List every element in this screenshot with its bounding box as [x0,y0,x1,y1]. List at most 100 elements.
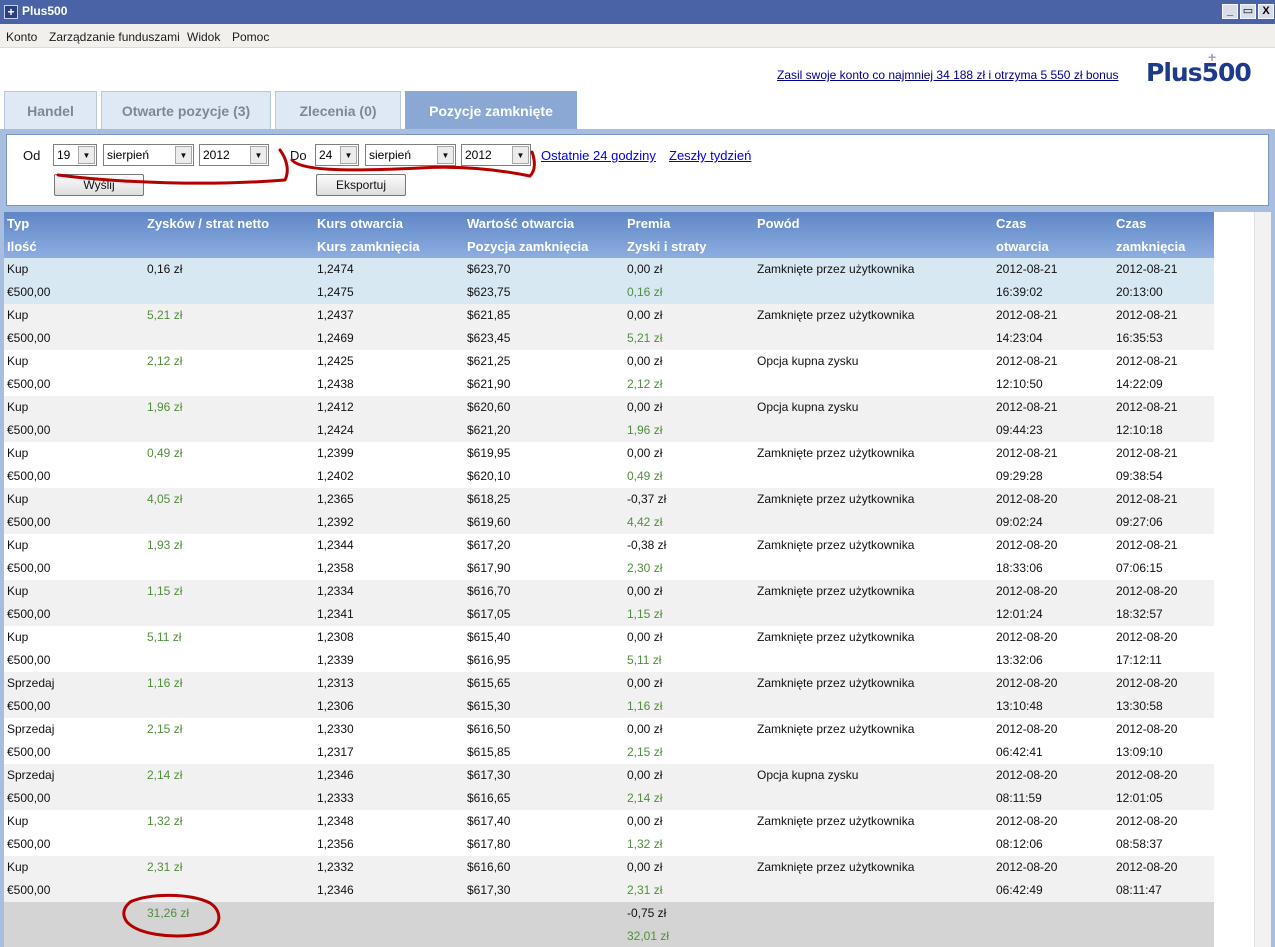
from-year-value: 2012 [203,148,230,162]
tab-zlecenia[interactable]: Zlecenia (0) [275,91,401,129]
cell-reason: Zamknięte przez użytkownika [757,860,915,874]
from-year-select[interactable]: 2012 ▼ [199,144,269,166]
table-row[interactable]: Kup €500,00 1,32 zł 1,2348 1,2356 $617,40 $617… [4,810,1214,856]
promo-link[interactable]: Zasil swoje konto co najmniej 34 188 zł … [777,68,1119,83]
cell-open-time: 13:32:06 [996,653,1043,667]
cell-quantity: €500,00 [7,883,51,897]
table-row[interactable]: Kup €500,00 1,15 zł 1,2334 1,2341 $616,70 $617… [4,580,1214,626]
export-button[interactable]: Eksportuj [316,174,406,196]
cell-close-position: $619,60 [467,515,511,529]
cell-reason: Zamknięte przez użytkownika [757,262,915,276]
cell-type: Sprzedaj [7,676,55,690]
cell-open-date: 2012-08-20 [996,676,1058,690]
table-header: Typ Ilość Zysków / strat netto Kurs otwa… [4,212,1214,258]
table-row[interactable]: Kup €500,00 0,49 zł 1,2399 1,2402 $619,95 $620… [4,442,1214,488]
tab-handel[interactable]: Handel [4,91,97,129]
header-open-time-2[interactable]: otwarcia [996,235,1049,258]
from-day-select[interactable]: 19 ▼ [53,144,97,166]
to-label: Do [290,148,307,163]
close-button[interactable]: X [1258,4,1274,19]
cell-quantity: €500,00 [7,837,51,851]
menu-konto[interactable]: Konto [6,30,37,44]
tab-pozycje-zamkniete[interactable]: Pozycje zamknięte [405,91,577,129]
from-month-select[interactable]: sierpień ▼ [103,144,194,166]
from-day-value: 19 [57,148,71,162]
cell-close-rate: 1,2392 [317,515,354,529]
cell-profit-loss: 2,31 zł [627,883,663,897]
cell-reason: Zamknięte przez użytkownika [757,630,915,644]
cell-close-rate: 1,2469 [317,331,354,345]
cell-close-time: 18:32:57 [1116,607,1163,621]
table-row[interactable]: Kup €500,00 1,96 zł 1,2412 1,2424 $620,60 $621… [4,396,1214,442]
table-row[interactable]: Sprzedaj €500,00 2,14 zł 1,2346 1,2333 $617,3… [4,764,1214,810]
cell-reason: Zamknięte przez użytkownika [757,584,915,598]
cell-profit-loss: 2,15 zł [627,745,663,759]
table-row[interactable]: Sprzedaj €500,00 1,16 zł 1,2313 1,2306 $615,6… [4,672,1214,718]
cell-net-profit: 5,21 zł [147,308,183,322]
table-row[interactable]: Kup €500,00 2,12 zł 1,2425 1,2438 $621,25 $621… [4,350,1214,396]
cell-type: Kup [7,814,29,828]
header-net-profit[interactable]: Zysków / strat netto [147,212,269,235]
cell-open-value: $617,20 [467,538,511,552]
app-icon: + [4,5,18,19]
cell-close-time: 12:10:18 [1116,423,1163,437]
header-close-time-1[interactable]: Czas [1116,212,1146,235]
header-open-value[interactable]: Wartość otwarcia [467,212,574,235]
cell-open-rate: 1,2313 [317,676,354,690]
header-reason[interactable]: Powód [757,212,800,235]
cell-quantity: €500,00 [7,377,51,391]
cell-close-date: 2012-08-21 [1116,446,1178,460]
total-net: 31,26 zł [147,906,190,920]
menu-widok[interactable]: Widok [187,30,220,44]
header-profit-loss[interactable]: Zyski i straty [627,235,707,258]
table-row[interactable]: Kup €500,00 5,21 zł 1,2437 1,2469 $621,85 $623… [4,304,1214,350]
cell-profit-loss: 1,15 zł [627,607,663,621]
table-row[interactable]: Kup €500,00 0,16 zł 1,2474 1,2475 $623,70 $623… [4,258,1214,304]
total-profit-loss: 32,01 zł [627,929,670,943]
cell-close-date: 2012-08-20 [1116,768,1178,782]
cell-close-date: 2012-08-20 [1116,676,1178,690]
logo-plus-mark: + [1208,49,1217,65]
minimize-button[interactable]: _ [1222,4,1238,19]
table-row[interactable]: Kup €500,00 1,93 zł 1,2344 1,2358 $617,20 $617… [4,534,1214,580]
cell-open-rate: 1,2437 [317,308,354,322]
header-open-time-1[interactable]: Czas [996,212,1026,235]
table-row[interactable]: Kup €500,00 4,05 zł 1,2365 1,2392 $618,25 $619… [4,488,1214,534]
header-type[interactable]: Typ [7,212,29,235]
cell-close-position: $617,05 [467,607,511,621]
cell-close-time: 07:06:15 [1116,561,1163,575]
send-button[interactable]: Wyślij [54,174,144,196]
header-close-time-2[interactable]: zamknięcia [1116,235,1185,258]
table-row[interactable]: Kup €500,00 2,31 zł 1,2332 1,2346 $616,60 $617… [4,856,1214,902]
to-year-select[interactable]: 2012 ▼ [461,144,531,166]
last-24-hours-link[interactable]: Ostatnie 24 godziny [541,148,656,163]
menu-pomoc[interactable]: Pomoc [232,30,269,44]
to-month-select[interactable]: sierpień ▼ [365,144,456,166]
to-day-select[interactable]: 24 ▼ [315,144,359,166]
cell-premium: 0,00 zł [627,400,663,414]
cell-net-profit: 0,49 zł [147,446,183,460]
vertical-scrollbar[interactable] [1254,212,1271,947]
cell-quantity: €500,00 [7,423,51,437]
header-close-rate[interactable]: Kurs zamknięcia [317,235,420,258]
header-quantity[interactable]: Ilość [7,235,37,258]
table-row[interactable]: Sprzedaj €500,00 2,15 zł 1,2330 1,2317 $616,5… [4,718,1214,764]
cell-profit-loss: 0,49 zł [627,469,663,483]
header-premium[interactable]: Premia [627,212,670,235]
menu-bar: Konto Zarządzanie funduszami Widok Pomoc [0,24,1275,48]
cell-type: Sprzedaj [7,722,55,736]
chevron-down-icon: ▼ [175,146,192,164]
cell-open-rate: 1,2344 [317,538,354,552]
cell-open-date: 2012-08-20 [996,584,1058,598]
cell-open-date: 2012-08-20 [996,722,1058,736]
cell-open-value: $617,40 [467,814,511,828]
tab-otwarte-pozycje[interactable]: Otwarte pozycje (3) [101,91,271,129]
restore-button[interactable]: ▭ [1240,4,1256,19]
menu-zarzadzanie-funduszami[interactable]: Zarządzanie funduszami [49,30,180,44]
table-row[interactable]: Kup €500,00 5,11 zł 1,2308 1,2339 $615,40 $616… [4,626,1214,672]
cell-open-rate: 1,2474 [317,262,354,276]
cell-open-time: 09:44:23 [996,423,1043,437]
header-open-rate[interactable]: Kurs otwarcia [317,212,403,235]
header-close-position[interactable]: Pozycja zamknięcia [467,235,588,258]
last-week-link[interactable]: Zeszły tydzień [669,148,751,163]
